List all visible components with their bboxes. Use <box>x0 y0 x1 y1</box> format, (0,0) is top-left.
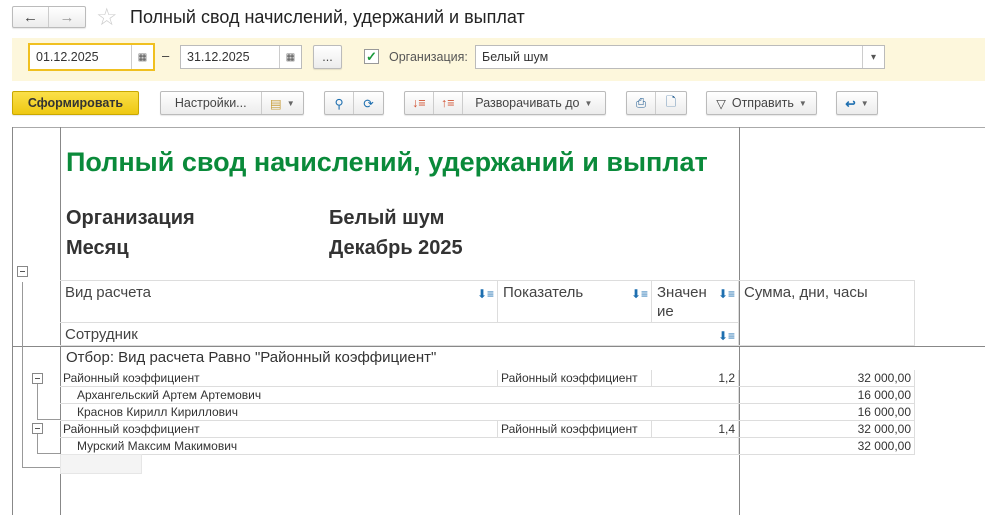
dropdown-icon[interactable]: ▾ <box>862 46 884 68</box>
row-value[interactable]: 1,4 <box>652 421 739 438</box>
period-select-button[interactable]: ... <box>313 45 342 69</box>
column-header-calc-type[interactable]: Вид расчета ⬇≡ <box>60 280 498 323</box>
column-label: Значен ие <box>657 284 707 320</box>
date-to-value: 31.12.2025 <box>187 50 250 64</box>
report-top-border <box>12 127 985 128</box>
date-from-field[interactable]: 01.12.2025 ▦ <box>28 43 155 71</box>
row-employee[interactable]: Мурский Максим Макимович <box>60 438 739 455</box>
column-label: Сумма, дни, часы <box>744 284 868 301</box>
organization-value: Белый шум <box>482 50 549 64</box>
param-value: Декабрь 2025 <box>329 237 463 259</box>
row-indicator[interactable]: Районный коэффициент <box>498 421 652 438</box>
return-button[interactable]: ↩ ▼ <box>836 91 878 115</box>
page-title: Полный свод начислений, удержаний и выпл… <box>130 7 525 27</box>
print-group: ⎙ 🗋 <box>626 91 687 115</box>
column-header-employee[interactable]: Сотрудник ⬇≡ <box>60 323 739 346</box>
sort-icon[interactable]: ⬇≡ <box>718 285 735 304</box>
variant-folder-icon[interactable]: ▤ ▼ <box>262 92 304 114</box>
send-label: Отправить <box>731 96 794 110</box>
row-indicator[interactable]: Районный коэффициент <box>498 370 652 387</box>
column-header-indicator[interactable]: Показатель ⬇≡ <box>498 280 652 323</box>
collapse-group-icon[interactable] <box>32 373 43 384</box>
date-from-value: 01.12.2025 <box>36 50 99 64</box>
tree-line <box>22 282 23 468</box>
row-value[interactable]: 1,2 <box>652 370 739 387</box>
sort-desc-icon[interactable]: ↓≡ <box>405 92 434 114</box>
row-employee[interactable]: Архангельский Артем Артемович <box>60 387 739 404</box>
sort-icon[interactable]: ⬇≡ <box>477 285 494 304</box>
tree-line <box>37 433 38 454</box>
column-header-amount[interactable]: Сумма, дни, часы <box>739 280 915 346</box>
report-title: Полный свод начислений, удержаний и выпл… <box>66 147 708 177</box>
param-label: Месяц <box>66 237 129 259</box>
generate-button[interactable]: Сформировать <box>12 91 139 115</box>
selected-cell[interactable] <box>60 454 142 474</box>
collapse-group-icon[interactable] <box>32 423 43 434</box>
tree-line <box>37 453 60 454</box>
column-label: Показатель <box>503 284 584 301</box>
expand-to-button[interactable]: Разворачивать до ▼ <box>463 92 605 114</box>
search-next-icon[interactable]: ⟳ <box>354 92 383 114</box>
search-icon[interactable]: ⚲ <box>325 92 355 114</box>
sort-icon[interactable]: ⬇≡ <box>718 327 735 346</box>
row-employee[interactable]: Краснов Кирилл Кириллович <box>60 404 739 421</box>
header-bottom-line <box>12 346 985 347</box>
send-button[interactable]: ▽ Отправить ▼ <box>706 91 817 115</box>
organization-field[interactable]: Белый шум ▾ <box>475 45 885 69</box>
collapse-group-icon[interactable] <box>17 266 28 277</box>
calendar-icon[interactable]: ▦ <box>279 46 301 68</box>
row-amount[interactable]: 32 000,00 <box>739 370 915 387</box>
print-preview-icon[interactable]: 🗋 <box>656 92 686 114</box>
settings-group: Настройки... ▤ ▼ <box>160 91 304 115</box>
column-header-value[interactable]: Значен ие ⬇≡ <box>652 280 739 323</box>
row-amount[interactable]: 32 000,00 <box>739 421 915 438</box>
column-label: Вид расчета <box>65 284 152 301</box>
settings-button[interactable]: Настройки... <box>161 92 262 114</box>
nav-buttons: ← → <box>12 6 86 28</box>
favorite-star-icon[interactable]: ☆ <box>96 3 118 32</box>
row-calc-type[interactable]: Районный коэффициент <box>60 421 498 438</box>
row-calc-type[interactable]: Районный коэффициент <box>60 370 498 387</box>
back-button[interactable]: ← <box>13 7 50 27</box>
date-dash: – <box>162 48 170 63</box>
send-icon: ▽ <box>716 96 726 111</box>
report-left-border <box>12 127 13 515</box>
print-icon[interactable]: ⎙ <box>627 92 657 114</box>
organization-checkbox[interactable]: ✓ <box>364 49 379 64</box>
sort-asc-icon[interactable]: ↑≡ <box>434 92 463 114</box>
expand-to-label: Разворачивать до <box>475 96 580 110</box>
tree-line <box>22 467 60 468</box>
column-label: Сотрудник <box>65 326 138 343</box>
expand-group: ↓≡ ↑≡ Разворачивать до ▼ <box>404 91 606 115</box>
forward-button[interactable]: → <box>49 7 85 27</box>
sort-icon[interactable]: ⬇≡ <box>631 285 648 304</box>
param-label: Организация <box>66 207 195 229</box>
param-value: Белый шум <box>329 207 445 229</box>
tree-line <box>37 419 60 420</box>
row-amount[interactable]: 16 000,00 <box>739 404 915 421</box>
tree-line <box>37 383 38 420</box>
row-amount[interactable]: 32 000,00 <box>739 438 915 455</box>
calendar-icon[interactable]: ▦ <box>131 45 153 69</box>
organization-label: Организация: <box>389 50 468 64</box>
filter-description: Отбор: Вид расчета Равно "Районный коэфф… <box>66 349 437 366</box>
date-to-field[interactable]: 31.12.2025 ▦ <box>180 45 302 69</box>
row-amount[interactable]: 16 000,00 <box>739 387 915 404</box>
search-group: ⚲ ⟳ <box>324 91 384 115</box>
